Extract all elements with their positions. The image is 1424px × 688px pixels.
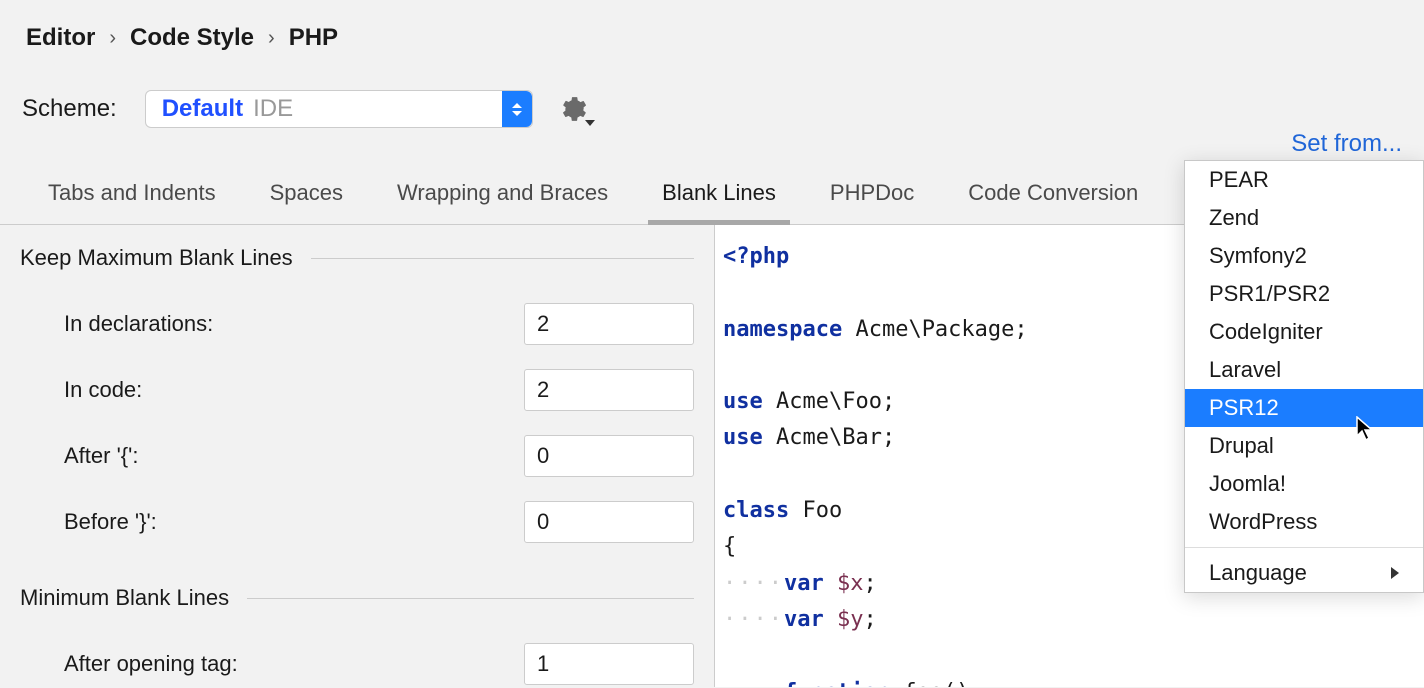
- code-keyword: use: [723, 425, 763, 450]
- tab-phpdoc[interactable]: PHPDoc: [828, 180, 916, 224]
- scheme-dropdown[interactable]: Default IDE: [145, 90, 533, 128]
- tab-spaces[interactable]: Spaces: [268, 180, 345, 224]
- field-in-declarations: In declarations:: [20, 291, 694, 357]
- chevron-updown-icon[interactable]: [502, 91, 532, 127]
- code-keyword: function: [784, 680, 890, 687]
- breadcrumb: Editor › Code Style › PHP: [0, 0, 1424, 52]
- code-indent: ····: [723, 607, 784, 632]
- menu-item-codeigniter[interactable]: CodeIgniter: [1185, 313, 1423, 351]
- code-text: {: [723, 534, 736, 559]
- code-keyword: class: [723, 498, 789, 523]
- breadcrumb-item[interactable]: Editor: [26, 24, 95, 52]
- menu-item-psr1-psr2[interactable]: PSR1/PSR2: [1185, 275, 1423, 313]
- tab-wrapping-and-braces[interactable]: Wrapping and Braces: [395, 180, 610, 224]
- code-keyword: use: [723, 389, 763, 414]
- code-text: Acme\Foo;: [763, 389, 895, 414]
- menu-item-joomla[interactable]: Joomla!: [1185, 465, 1423, 503]
- field-after-brace: After '{':: [20, 423, 694, 489]
- menu-item-language[interactable]: Language: [1185, 554, 1423, 592]
- chevron-right-icon: [1391, 567, 1399, 579]
- code-text: ;: [863, 571, 876, 596]
- before-brace-input[interactable]: [524, 501, 694, 543]
- section-header-min: Minimum Blank Lines: [20, 585, 694, 611]
- divider: [247, 598, 694, 599]
- code-keyword: var: [784, 571, 824, 596]
- field-label: After '{':: [64, 443, 524, 469]
- field-before-brace: Before '}':: [20, 489, 694, 555]
- menu-item-wordpress[interactable]: WordPress: [1185, 503, 1423, 541]
- code-var: $x: [824, 571, 864, 596]
- field-after-opening-tag: After opening tag:: [20, 631, 694, 687]
- menu-item-symfony2[interactable]: Symfony2: [1185, 237, 1423, 275]
- set-from-link[interactable]: Set from...: [1291, 130, 1402, 158]
- divider: [311, 258, 694, 259]
- code-text: foo(): [890, 680, 969, 687]
- breadcrumb-item[interactable]: Code Style: [130, 24, 254, 52]
- chevron-right-icon: ›: [109, 27, 116, 50]
- scheme-row: Scheme: Default IDE: [0, 52, 1424, 128]
- menu-item-psr12[interactable]: PSR12: [1185, 389, 1423, 427]
- after-brace-input[interactable]: [524, 435, 694, 477]
- menu-item-laravel[interactable]: Laravel: [1185, 351, 1423, 389]
- code-text: Foo: [789, 498, 842, 523]
- field-label: In code:: [64, 377, 524, 403]
- code-indent: ····: [723, 571, 784, 596]
- after-opening-tag-input[interactable]: [524, 643, 694, 685]
- in-declarations-input[interactable]: [524, 303, 694, 345]
- breadcrumb-item[interactable]: PHP: [289, 24, 338, 52]
- code-text: Acme\Package;: [842, 317, 1027, 342]
- code-keyword: <?php: [723, 244, 789, 269]
- section-header-keep-max: Keep Maximum Blank Lines: [20, 245, 694, 271]
- section-title: Minimum Blank Lines: [20, 585, 229, 611]
- code-indent: ····: [723, 680, 784, 687]
- section-title: Keep Maximum Blank Lines: [20, 245, 293, 271]
- tab-blank-lines[interactable]: Blank Lines: [660, 180, 778, 224]
- code-keyword: var: [784, 607, 824, 632]
- menu-item-label: Language: [1209, 560, 1307, 586]
- code-text: ;: [863, 607, 876, 632]
- set-from-menu: PEAR Zend Symfony2 PSR1/PSR2 CodeIgniter…: [1184, 160, 1424, 593]
- code-text: Acme\Bar;: [763, 425, 895, 450]
- field-label: Before '}':: [64, 509, 524, 535]
- tab-tabs-and-indents[interactable]: Tabs and Indents: [46, 180, 218, 224]
- menu-item-pear[interactable]: PEAR: [1185, 161, 1423, 199]
- menu-item-zend[interactable]: Zend: [1185, 199, 1423, 237]
- gear-icon[interactable]: [561, 96, 587, 122]
- scheme-scope: IDE: [253, 95, 293, 123]
- code-keyword: namespace: [723, 317, 842, 342]
- menu-divider: [1185, 547, 1423, 548]
- in-code-input[interactable]: [524, 369, 694, 411]
- field-label: In declarations:: [64, 311, 524, 337]
- settings-panel: Keep Maximum Blank Lines In declarations…: [0, 225, 715, 687]
- menu-item-drupal[interactable]: Drupal: [1185, 427, 1423, 465]
- field-label: After opening tag:: [64, 651, 524, 677]
- field-in-code: In code:: [20, 357, 694, 423]
- scheme-selected-value: Default: [162, 95, 243, 123]
- scheme-label: Scheme:: [22, 95, 117, 123]
- chevron-right-icon: ›: [268, 27, 275, 50]
- code-var: $y: [824, 607, 864, 632]
- tab-code-conversion[interactable]: Code Conversion: [966, 180, 1140, 224]
